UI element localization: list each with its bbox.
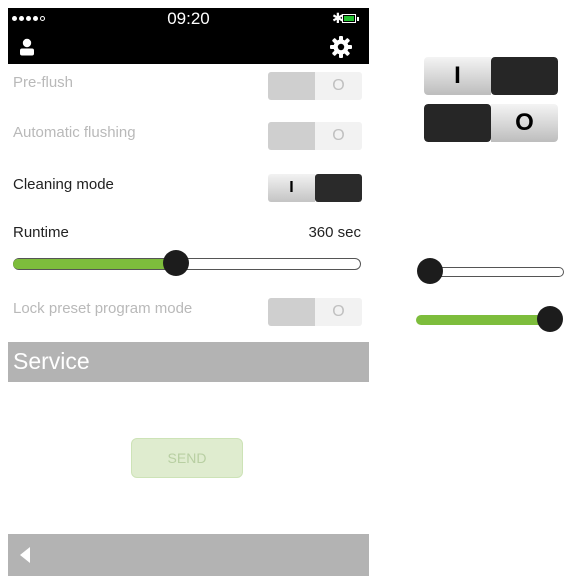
setting-cleaning-mode: Cleaning mode I: [8, 168, 369, 204]
status-time: 09:20: [167, 9, 210, 28]
bottom-navigation-bar: [8, 534, 369, 576]
slider-fill: [416, 315, 550, 325]
gear-icon[interactable]: [330, 36, 352, 58]
setting-automatic-flushing: Automatic flushing O: [8, 116, 369, 152]
automatic-flushing-toggle[interactable]: O: [268, 122, 362, 150]
sample-slider-full[interactable]: [416, 306, 566, 334]
service-title: Service: [13, 348, 90, 374]
lock-preset-label: Lock preset program mode: [13, 300, 193, 317]
service-section-header: Service: [8, 342, 369, 382]
toggle-state-glyph: I: [424, 57, 491, 95]
battery-icon: [342, 14, 356, 23]
toggle-state-glyph: O: [315, 298, 362, 326]
runtime-label: Runtime: [13, 224, 69, 241]
runtime-slider[interactable]: [13, 250, 361, 276]
setting-pre-flush: Pre-flush O: [8, 66, 369, 102]
back-icon[interactable]: [20, 547, 30, 563]
cleaning-mode-toggle[interactable]: I: [268, 174, 362, 202]
sample-toggle-off[interactable]: O: [424, 104, 558, 142]
toggle-state-glyph: I: [268, 174, 315, 202]
cleaning-mode-label: Cleaning mode: [13, 176, 114, 193]
slider-knob[interactable]: [537, 306, 563, 332]
slider-knob[interactable]: [163, 250, 189, 276]
toggle-state-glyph: O: [315, 72, 362, 100]
runtime-value: 360 sec: [308, 224, 361, 241]
setting-lock-preset-program-mode: Lock preset program mode O: [8, 292, 369, 328]
phone-screen: 09:20 ✱ Pre-flush O Automatic flushing O…: [8, 8, 369, 577]
sample-slider-empty[interactable]: [416, 258, 566, 286]
toggle-state-glyph: O: [315, 122, 362, 150]
lock-preset-toggle[interactable]: O: [268, 298, 362, 326]
slider-track: [426, 267, 564, 277]
toggle-state-glyph: O: [491, 104, 558, 142]
automatic-flushing-label: Automatic flushing: [13, 124, 136, 141]
slider-knob[interactable]: [417, 258, 443, 284]
pre-flush-label: Pre-flush: [13, 74, 74, 91]
send-button[interactable]: SEND: [131, 438, 243, 478]
slider-fill: [13, 259, 176, 269]
status-bar: 09:20 ✱: [8, 8, 369, 30]
pre-flush-toggle[interactable]: O: [268, 72, 362, 100]
user-icon[interactable]: [18, 38, 36, 56]
app-bar: [8, 30, 369, 64]
sample-toggle-on[interactable]: I: [424, 57, 558, 95]
